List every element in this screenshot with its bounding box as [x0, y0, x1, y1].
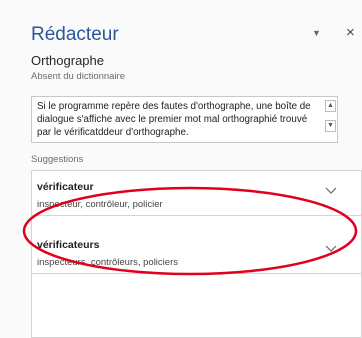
issue-subtitle: Absent du dictionnaire	[31, 71, 126, 82]
suggestion-word: vérificateur	[37, 181, 94, 193]
suggestion-item[interactable]: vérificateurs inspecteurs, contrôleurs, …	[32, 229, 361, 274]
section-heading: Orthographe	[31, 53, 104, 68]
context-text-box[interactable]: Si le programme repère des fautes d'orth…	[31, 96, 338, 143]
close-button[interactable]: ×	[346, 24, 355, 41]
suggestion-item[interactable]: vérificateur inspecteur, contrôleur, pol…	[32, 171, 361, 216]
chevron-down-icon[interactable]	[325, 187, 337, 195]
chevron-down-icon[interactable]	[325, 245, 337, 253]
suggestion-synonyms: inspecteurs, contrôleurs, policiers	[37, 257, 178, 268]
editor-pane: Rédacteur ▼ × Orthographe Absent du dict…	[0, 0, 362, 338]
suggestions-label: Suggestions	[31, 154, 84, 165]
pane-title: Rédacteur	[31, 24, 119, 45]
suggestions-list: vérificateur inspecteur, contrôleur, pol…	[31, 170, 362, 338]
dropdown-arrow-icon[interactable]: ▼	[312, 28, 321, 38]
context-text: Si le programme repère des fautes d'orth…	[37, 101, 311, 138]
suggestion-synonyms: inspecteur, contrôleur, policier	[37, 199, 163, 210]
scroll-down-button[interactable]: ▼	[325, 120, 336, 132]
scroll-up-button[interactable]: ▲	[325, 100, 336, 112]
suggestion-word: vérificateurs	[37, 239, 100, 251]
